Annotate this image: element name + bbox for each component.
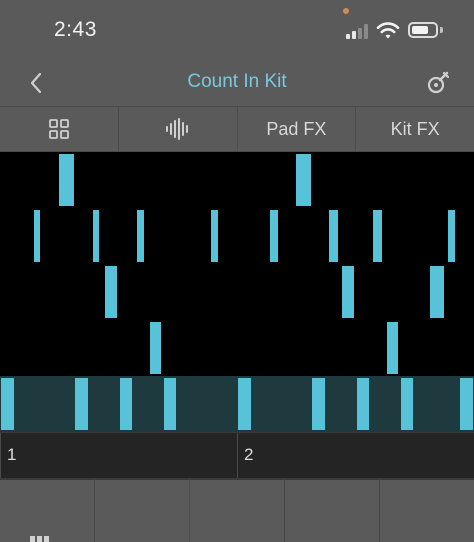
- pad-row: [0, 478, 474, 542]
- note-lane-2-step-15[interactable]: [211, 210, 219, 262]
- battery-icon: [408, 22, 438, 38]
- wifi-icon: [376, 22, 400, 39]
- note-lane-1-step-21[interactable]: [296, 154, 312, 206]
- note-lane-5-step-17[interactable]: [237, 378, 251, 430]
- bar-marker-1[interactable]: 1: [0, 433, 237, 479]
- step-sequencer[interactable]: [0, 152, 474, 432]
- note-lane-5-step-25[interactable]: [357, 378, 369, 430]
- note-lane-5-step-6[interactable]: [74, 378, 89, 430]
- pad-1[interactable]: [0, 478, 95, 542]
- page-title: Count In Kit: [187, 71, 287, 92]
- note-lane-3-step-8[interactable]: [105, 266, 118, 318]
- note-lane-5-step-9[interactable]: [120, 378, 132, 430]
- status-bar: 2:43: [0, 0, 474, 60]
- tab-bar: Pad FX Kit FX: [0, 106, 474, 152]
- note-lane-2-step-26[interactable]: [373, 210, 383, 262]
- cellular-signal-icon: [346, 23, 372, 39]
- note-lane-5-step-28[interactable]: [401, 378, 414, 430]
- note-lane-5-step-22[interactable]: [311, 378, 326, 430]
- tab-pads-grid[interactable]: [0, 107, 119, 151]
- pad-3[interactable]: [190, 478, 285, 542]
- bar-marker-2[interactable]: 2: [237, 433, 474, 479]
- note-lane-4-step-27[interactable]: [386, 322, 399, 374]
- tab-kit-fx[interactable]: Kit FX: [356, 107, 474, 151]
- note-lane-2-step-19[interactable]: [270, 210, 278, 262]
- note-lane-2-step-3[interactable]: [34, 210, 40, 262]
- note-lane-5-step-12[interactable]: [164, 378, 177, 430]
- note-lane-1-step-5[interactable]: [59, 154, 75, 206]
- note-lane-3-step-24[interactable]: [342, 266, 355, 318]
- tab-pad-fx[interactable]: Pad FX: [238, 107, 357, 151]
- recording-indicator: [343, 8, 349, 14]
- note-lane-5-step-32[interactable]: [459, 378, 474, 430]
- note-lane-2-step-10[interactable]: [137, 210, 145, 262]
- status-time: 2:43: [54, 18, 97, 41]
- nav-bar: Count In Kit: [0, 60, 474, 106]
- waveform-icon: [165, 118, 188, 140]
- pad-4[interactable]: [285, 478, 380, 542]
- grid-icon: [48, 119, 69, 139]
- note-lane-5-step-1[interactable]: [0, 378, 14, 430]
- tab-waveform[interactable]: [119, 107, 238, 151]
- battery-tip: [440, 27, 443, 33]
- pad-5[interactable]: [380, 478, 474, 542]
- keyboard-grid-icon: [30, 536, 49, 542]
- note-lane-4-step-11[interactable]: [149, 322, 162, 374]
- bar-ruler[interactable]: 1 2: [0, 432, 474, 479]
- tuning-fork-icon[interactable]: [425, 70, 451, 96]
- note-lane-2-step-31[interactable]: [448, 210, 456, 262]
- note-lane-2-step-23[interactable]: [328, 210, 338, 262]
- note-lane-3-step-30[interactable]: [430, 266, 444, 318]
- note-lane-2-step-7[interactable]: [93, 210, 100, 262]
- pad-2[interactable]: [95, 478, 190, 542]
